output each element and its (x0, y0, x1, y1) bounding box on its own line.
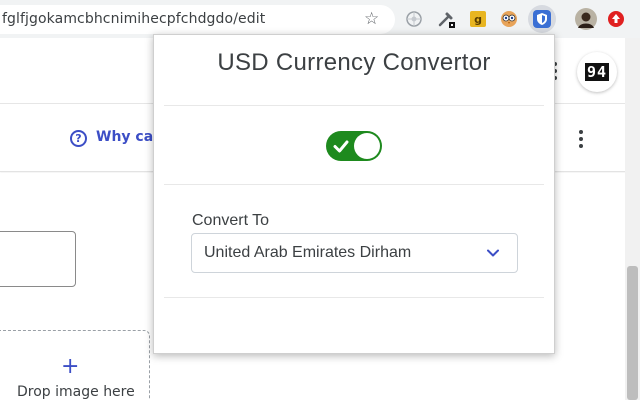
counter-badge[interactable]: 94 (577, 52, 617, 92)
dropzone-label: Drop image here (17, 384, 135, 400)
star-icon[interactable]: ☆ (364, 11, 379, 28)
extension-popup: USD Currency Convertor Convert To United… (153, 34, 555, 354)
address-bar[interactable]: fglfjgokamcbhcnimihecpfchdgdo/edit ☆ (0, 5, 395, 34)
upload-icon[interactable] (606, 9, 626, 29)
chevron-down-icon (487, 249, 499, 257)
popup-title: USD Currency Convertor (217, 49, 491, 76)
url-text[interactable]: fglfjgokamcbhcnimihecpfchdgdo/edit (2, 11, 265, 27)
owl-icon[interactable] (499, 9, 519, 29)
divider (164, 184, 544, 185)
divider (164, 105, 544, 106)
web-icon[interactable] (404, 9, 424, 29)
currency-select-value: United Arab Emirates Dirham (204, 244, 412, 261)
browser-toolbar: fglfjgokamcbhcnimihecpfchdgdo/edit ☆ g (0, 0, 640, 38)
scrollbar-thumb[interactable] (627, 266, 638, 400)
text-input[interactable] (0, 231, 76, 287)
g-extension-label: g (474, 13, 482, 26)
shield-extension-icon[interactable] (528, 5, 556, 33)
enable-toggle[interactable] (326, 131, 382, 161)
g-extension-icon[interactable]: g (468, 9, 488, 29)
convert-to-label: Convert To (192, 212, 270, 229)
eyedropper-icon[interactable] (436, 9, 456, 29)
help-icon[interactable]: ? (70, 130, 87, 147)
counter-badge-value: 94 (584, 63, 610, 81)
toggle-knob (354, 133, 380, 159)
divider (164, 297, 544, 298)
profile-avatar[interactable] (575, 8, 597, 30)
currency-select[interactable]: United Arab Emirates Dirham (191, 233, 518, 273)
check-icon (333, 140, 349, 153)
more-options-icon[interactable] (576, 130, 586, 150)
plus-icon: + (61, 354, 80, 379)
